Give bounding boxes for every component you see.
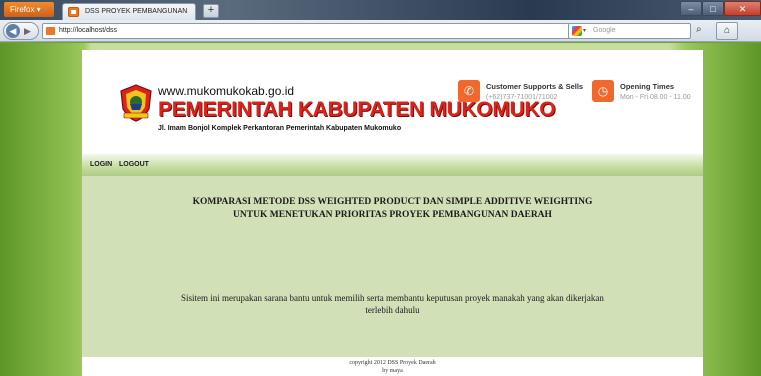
- site-footer: copyright 2012 DSS Proyek Daerah by maya: [82, 357, 703, 376]
- site-address: Jl. Imam Bonjol Komplek Perkantoran Peme…: [158, 125, 402, 132]
- hours-text: Mon - Fri 08.00 - 11.00: [620, 94, 691, 101]
- search-input[interactable]: ▾ Google: [568, 23, 691, 39]
- main-menu: LOGIN LOGOUT: [82, 154, 703, 176]
- maximize-button[interactable]: □: [702, 1, 724, 16]
- back-arrow-icon[interactable]: ◀: [6, 24, 20, 38]
- site-header: www.mukomukokab.go.id PEMERINTAH KABUPAT…: [82, 50, 703, 154]
- google-icon[interactable]: [572, 26, 582, 36]
- page-title-line1: KOMPARASI METODE DSS WEIGHTED PRODUCT DA…: [192, 197, 593, 207]
- regency-logo: [120, 84, 152, 122]
- site-name: PEMERINTAH KABUPATEN MUKOMUKO: [158, 98, 556, 121]
- support-phone: (+62)737-71001/71002: [486, 94, 558, 101]
- footer-copyright: copyright 2012 DSS Proyek Daerah: [349, 360, 436, 366]
- url-input[interactable]: http://localhost/dss ☆ ▾ ↻: [42, 23, 612, 39]
- support-title: Customer Supports & Sells: [486, 82, 584, 91]
- navigation-toolbar: ◀ ▶ http://localhost/dss ☆ ▾ ↻ ▾ Google: [0, 20, 761, 42]
- menu-login[interactable]: LOGIN: [90, 161, 112, 168]
- site-container: www.mukomukokab.go.id PEMERINTAH KABUPAT…: [82, 50, 703, 376]
- back-forward-group: ◀ ▶: [3, 22, 39, 40]
- hours-title: Opening Times: [620, 82, 675, 91]
- menu-logout[interactable]: LOGOUT: [119, 161, 149, 168]
- phone-icon: ✆: [458, 80, 480, 102]
- window-titlebar: Firefox ▾ DSS PROYEK PEMBANGUNAN + – □ ✕: [0, 0, 761, 20]
- site-identity-icon[interactable]: [46, 27, 55, 35]
- page-title-line2: UNTUK MENETUKAN PRIORITAS PROYEK PEMBANG…: [233, 210, 552, 220]
- firefox-menu-button[interactable]: Firefox ▾: [4, 2, 54, 17]
- description-line1: Sisitem ini merupakan sarana bantu untuk…: [181, 293, 604, 303]
- footer-author: by maya: [382, 368, 403, 374]
- tab-dss[interactable]: DSS PROYEK PEMBANGUNAN: [62, 3, 196, 20]
- url-text: http://localhost/dss: [59, 27, 117, 34]
- tab-title: DSS PROYEK PEMBANGUNAN: [85, 8, 188, 15]
- forward-arrow-icon[interactable]: ▶: [24, 24, 31, 38]
- minimize-button[interactable]: –: [680, 1, 702, 16]
- search-magnifier-icon[interactable]: ⌕: [696, 24, 702, 35]
- search-engine-dropdown-icon[interactable]: ▾: [583, 24, 586, 38]
- new-tab-button[interactable]: +: [203, 4, 219, 18]
- search-placeholder: Google: [593, 27, 616, 34]
- description-line2: terlebih dahulu: [365, 305, 420, 315]
- home-button[interactable]: ⌂: [716, 22, 738, 40]
- site-url: www.mukomukokab.go.id: [158, 84, 295, 98]
- close-window-button[interactable]: ✕: [724, 1, 761, 16]
- home-icon: ⌂: [723, 25, 731, 36]
- tab-favicon-icon: [68, 7, 79, 17]
- clock-icon: ◷: [592, 80, 614, 102]
